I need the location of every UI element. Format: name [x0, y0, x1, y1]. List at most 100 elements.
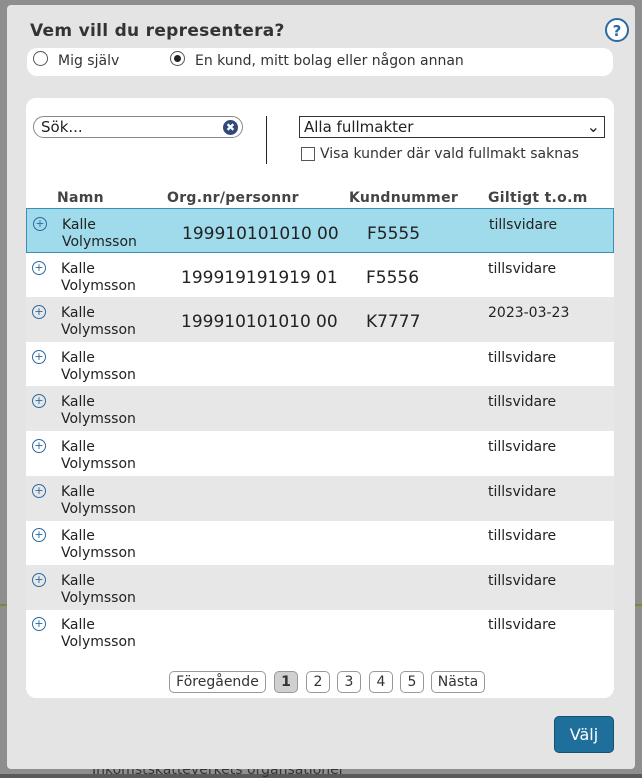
filter-divider [266, 116, 267, 164]
row-name-last: Volymsson [62, 234, 137, 250]
row-orgnr-suffix: 01 [316, 268, 338, 288]
row-name-first: Kalle [61, 261, 95, 277]
expand-icon[interactable]: + [32, 261, 46, 275]
row-name-last: Volymsson [61, 322, 136, 338]
row-name: Kalle Volymsson [61, 439, 136, 473]
row-orgnr-suffix: 00 [316, 312, 338, 332]
column-header-name: Namn [57, 190, 104, 206]
table-row[interactable]: + Kalle Volymsson tillsvidare [26, 565, 614, 610]
row-valid-until: tillsvidare [488, 394, 557, 410]
authorization-select-value: Alla fullmakter [304, 118, 414, 136]
column-header-orgnr: Org.nr/personnr [167, 190, 299, 206]
table-row[interactable]: + Kalle Volymsson 199919191919 01 F5556 tillsv… [26, 253, 614, 298]
table-row[interactable]: + Kalle Volymsson 199910101010 00 F5555 tillsv… [26, 208, 614, 253]
row-name-first: Kalle [61, 350, 95, 366]
row-name-first: Kalle [61, 528, 95, 544]
row-name-last: Volymsson [61, 367, 136, 383]
table-row[interactable]: + Kalle Volymsson tillsvidare [26, 431, 614, 476]
page-button-1[interactable]: 1 [274, 671, 298, 693]
row-valid-until: tillsvidare [489, 217, 558, 233]
row-valid-until: tillsvidare [488, 350, 557, 366]
expand-icon[interactable]: + [32, 350, 46, 364]
row-name-first: Kalle [61, 573, 95, 589]
expand-icon[interactable]: + [32, 394, 46, 408]
radio-option-self[interactable]: Mig själv [33, 50, 120, 69]
authorization-select[interactable]: Alla fullmakter ⌄ [299, 116, 605, 138]
row-customer-number: F5555 [367, 224, 421, 244]
table-row[interactable]: + Kalle Volymsson tillsvidare [26, 520, 614, 565]
row-valid-until: tillsvidare [488, 439, 557, 455]
table-row[interactable]: + Kalle Volymsson 199910101010 00 K7777 2023-0… [26, 297, 614, 342]
row-name-first: Kalle [61, 439, 95, 455]
chevron-down-icon: ⌄ [586, 117, 600, 136]
row-name: Kalle Volymsson [61, 394, 136, 428]
row-valid-until: tillsvidare [488, 261, 557, 277]
expand-icon[interactable]: + [32, 484, 46, 498]
clear-search-icon[interactable]: ✖ [223, 120, 238, 135]
row-name: Kalle Volymsson [61, 484, 136, 518]
next-page-button[interactable]: Nästa [431, 671, 485, 693]
row-name: Kalle Volymsson [62, 217, 137, 251]
row-orgnr-suffix: 00 [317, 224, 339, 244]
row-name-last: Volymsson [61, 634, 136, 650]
page-button-2[interactable]: 2 [306, 671, 330, 693]
expand-icon[interactable]: + [32, 573, 46, 587]
column-header-valid-until: Giltigt t.o.m [488, 190, 588, 206]
column-header-customer-number: Kundnummer [349, 190, 459, 206]
expand-icon[interactable]: + [32, 617, 46, 631]
row-name-last: Volymsson [61, 590, 136, 606]
row-name-first: Kalle [62, 217, 96, 233]
row-name: Kalle Volymsson [61, 573, 136, 607]
row-name-last: Volymsson [61, 278, 136, 294]
expand-icon[interactable]: + [32, 305, 46, 319]
row-name: Kalle Volymsson [61, 305, 136, 339]
representation-dialog: Vem vill du representera? ? Mig själv En… [7, 5, 635, 769]
radio-other-label: En kund, mitt bolag eller någon annan [195, 53, 464, 69]
row-name: Kalle Volymsson [61, 617, 136, 651]
row-name-last: Volymsson [61, 545, 136, 561]
row-name-first: Kalle [61, 394, 95, 410]
table-row[interactable]: + Kalle Volymsson tillsvidare [26, 386, 614, 431]
table-row[interactable]: + Kalle Volymsson tillsvidare [26, 476, 614, 521]
row-name-first: Kalle [61, 305, 95, 321]
expand-icon[interactable]: + [33, 217, 47, 231]
row-customer-number: K7777 [366, 312, 421, 332]
row-name-last: Volymsson [61, 456, 136, 472]
dialog-title: Vem vill du representera? [30, 21, 285, 41]
row-name: Kalle Volymsson [61, 261, 136, 295]
row-valid-until: 2023-03-23 [488, 305, 570, 321]
row-name-last: Volymsson [61, 501, 136, 517]
row-valid-until: tillsvidare [488, 617, 557, 633]
radio-self-label: Mig själv [58, 53, 120, 69]
row-customer-number: F5556 [366, 268, 420, 288]
expand-icon[interactable]: + [32, 439, 46, 453]
page-button-5[interactable]: 5 [400, 671, 424, 693]
customer-panel: Sök... ✖ Alla fullmakter ⌄ Visa kunder d… [26, 98, 614, 698]
previous-page-button[interactable]: Föregående [169, 671, 266, 693]
table-row[interactable]: + Kalle Volymsson tillsvidare [26, 609, 614, 654]
missing-authorization-checkbox[interactable] [301, 147, 315, 161]
representation-radio-group: Mig själv En kund, mitt bolag eller någo… [27, 48, 613, 76]
row-valid-until: tillsvidare [488, 573, 557, 589]
missing-authorization-label: Visa kunder där vald fullmakt saknas [320, 146, 579, 162]
row-name-first: Kalle [61, 484, 95, 500]
choose-button[interactable]: Välj [555, 717, 613, 752]
page-button-4[interactable]: 4 [369, 671, 393, 693]
radio-option-other[interactable]: En kund, mitt bolag eller någon annan [170, 50, 464, 69]
table-row[interactable]: + Kalle Volymsson tillsvidare [26, 342, 614, 387]
row-orgnr: 199910101010 [181, 312, 311, 332]
radio-self[interactable] [33, 50, 48, 66]
radio-other[interactable] [170, 50, 185, 66]
row-orgnr: 199910101010 [182, 224, 312, 244]
search-input[interactable]: Sök... [33, 116, 243, 138]
row-valid-until: tillsvidare [488, 528, 557, 544]
expand-icon[interactable]: + [32, 528, 46, 542]
row-orgnr: 199919191919 [181, 268, 311, 288]
row-valid-until: tillsvidare [488, 484, 557, 500]
row-name-last: Volymsson [61, 411, 136, 427]
row-name: Kalle Volymsson [61, 528, 136, 562]
page-button-3[interactable]: 3 [337, 671, 361, 693]
row-name: Kalle Volymsson [61, 350, 136, 384]
help-icon[interactable]: ? [605, 18, 629, 42]
row-name-first: Kalle [61, 617, 95, 633]
